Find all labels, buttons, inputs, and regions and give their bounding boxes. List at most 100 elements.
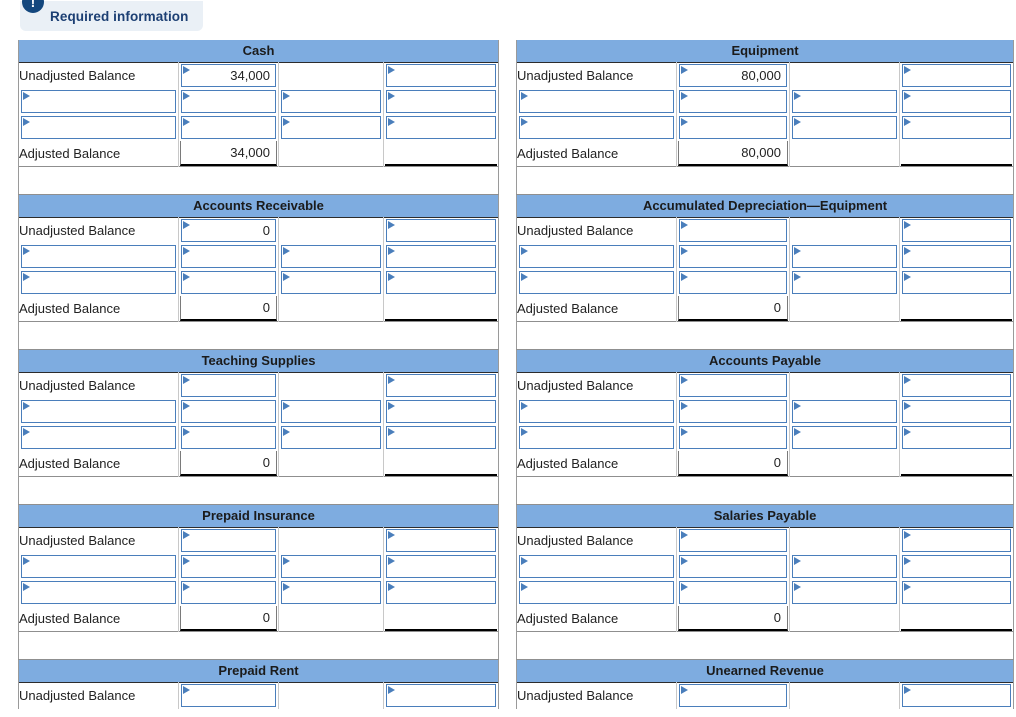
account-entry-label-input[interactable] bbox=[21, 245, 176, 268]
amount-cell[interactable] bbox=[178, 243, 279, 270]
amount-input[interactable] bbox=[386, 116, 497, 139]
amount-cell[interactable] bbox=[178, 682, 279, 709]
amount-input[interactable] bbox=[902, 529, 1012, 553]
account-entry-label-input[interactable] bbox=[21, 400, 176, 423]
amount-cell[interactable] bbox=[383, 372, 499, 399]
amount-cell[interactable] bbox=[789, 579, 900, 606]
amount-cell[interactable] bbox=[383, 62, 499, 89]
account-entry-label-cell[interactable] bbox=[18, 553, 179, 580]
amount-input[interactable] bbox=[792, 271, 897, 294]
amount-input[interactable] bbox=[181, 555, 276, 578]
amount-cell[interactable] bbox=[278, 579, 384, 606]
amount-input[interactable] bbox=[679, 581, 787, 604]
amount-cell[interactable] bbox=[383, 424, 499, 451]
amount-input[interactable] bbox=[902, 64, 1012, 88]
account-entry-label-input[interactable] bbox=[21, 581, 176, 604]
account-entry-label-cell[interactable] bbox=[18, 269, 179, 296]
account-entry-label-input[interactable] bbox=[519, 555, 674, 578]
account-entry-label-cell[interactable] bbox=[516, 424, 677, 451]
account-entry-label-cell[interactable] bbox=[18, 114, 179, 141]
account-entry-label-cell[interactable] bbox=[18, 579, 179, 606]
amount-input[interactable] bbox=[902, 90, 1012, 113]
amount-input[interactable] bbox=[902, 426, 1012, 449]
account-entry-label-cell[interactable] bbox=[516, 398, 677, 425]
account-entry-label-input[interactable] bbox=[21, 90, 176, 113]
amount-input[interactable] bbox=[679, 684, 787, 708]
amount-cell[interactable] bbox=[178, 424, 279, 451]
amount-input[interactable] bbox=[679, 245, 787, 268]
amount-input[interactable] bbox=[679, 529, 787, 553]
account-entry-label-cell[interactable] bbox=[18, 88, 179, 115]
amount-cell[interactable] bbox=[789, 269, 900, 296]
account-entry-label-input[interactable] bbox=[519, 271, 674, 294]
amount-cell[interactable] bbox=[383, 243, 499, 270]
amount-cell[interactable] bbox=[383, 217, 499, 244]
account-entry-label-input[interactable] bbox=[21, 116, 176, 139]
amount-input[interactable] bbox=[792, 245, 897, 268]
amount-input[interactable] bbox=[386, 245, 497, 268]
amount-input[interactable] bbox=[281, 555, 381, 578]
amount-input[interactable] bbox=[902, 219, 1012, 243]
amount-cell[interactable] bbox=[676, 398, 790, 425]
amount-input[interactable] bbox=[792, 400, 897, 423]
amount-input[interactable] bbox=[679, 400, 787, 423]
amount-input[interactable] bbox=[902, 400, 1012, 423]
amount-cell[interactable] bbox=[676, 553, 790, 580]
amount-cell[interactable] bbox=[676, 217, 790, 244]
amount-cell[interactable] bbox=[899, 114, 1014, 141]
amount-cell[interactable] bbox=[899, 682, 1014, 709]
account-entry-label-input[interactable] bbox=[519, 581, 674, 604]
amount-cell[interactable] bbox=[178, 579, 279, 606]
amount-input[interactable]: 0 bbox=[181, 219, 276, 243]
amount-cell[interactable] bbox=[278, 243, 384, 270]
account-entry-label-cell[interactable] bbox=[18, 398, 179, 425]
amount-cell[interactable] bbox=[789, 424, 900, 451]
account-entry-label-input[interactable] bbox=[21, 271, 176, 294]
amount-input[interactable] bbox=[386, 555, 497, 578]
amount-cell[interactable] bbox=[789, 88, 900, 115]
amount-cell[interactable] bbox=[899, 553, 1014, 580]
account-entry-label-input[interactable] bbox=[519, 245, 674, 268]
amount-input[interactable] bbox=[679, 90, 787, 113]
amount-input[interactable] bbox=[902, 684, 1012, 708]
amount-cell[interactable] bbox=[383, 114, 499, 141]
amount-cell[interactable] bbox=[178, 372, 279, 399]
amount-cell[interactable] bbox=[899, 424, 1014, 451]
amount-cell[interactable] bbox=[899, 217, 1014, 244]
amount-cell[interactable] bbox=[178, 269, 279, 296]
amount-cell[interactable] bbox=[899, 398, 1014, 425]
account-entry-label-cell[interactable] bbox=[18, 243, 179, 270]
account-entry-label-cell[interactable] bbox=[516, 579, 677, 606]
amount-input[interactable]: 34,000 bbox=[181, 64, 276, 88]
amount-cell[interactable] bbox=[676, 527, 790, 554]
amount-cell[interactable] bbox=[178, 553, 279, 580]
amount-input[interactable] bbox=[181, 116, 276, 139]
amount-input[interactable] bbox=[281, 426, 381, 449]
amount-cell[interactable] bbox=[278, 269, 384, 296]
amount-input[interactable] bbox=[386, 271, 497, 294]
amount-input[interactable] bbox=[902, 271, 1012, 294]
amount-cell[interactable] bbox=[383, 527, 499, 554]
account-entry-label-cell[interactable] bbox=[516, 88, 677, 115]
amount-cell[interactable] bbox=[899, 269, 1014, 296]
amount-input[interactable] bbox=[181, 90, 276, 113]
amount-input[interactable] bbox=[181, 529, 276, 553]
amount-cell[interactable] bbox=[676, 114, 790, 141]
amount-input[interactable] bbox=[386, 219, 497, 243]
amount-cell[interactable] bbox=[676, 372, 790, 399]
amount-input[interactable] bbox=[792, 581, 897, 604]
amount-input[interactable] bbox=[386, 426, 497, 449]
amount-input[interactable] bbox=[281, 400, 381, 423]
amount-input[interactable] bbox=[281, 581, 381, 604]
amount-cell[interactable]: 0 bbox=[178, 217, 279, 244]
amount-input[interactable] bbox=[902, 581, 1012, 604]
amount-input[interactable] bbox=[181, 684, 276, 708]
amount-input[interactable] bbox=[386, 90, 497, 113]
amount-input[interactable] bbox=[281, 90, 381, 113]
amount-input[interactable] bbox=[386, 400, 497, 423]
amount-input[interactable] bbox=[792, 555, 897, 578]
amount-input[interactable] bbox=[902, 245, 1012, 268]
amount-cell[interactable] bbox=[278, 424, 384, 451]
account-entry-label-input[interactable] bbox=[21, 555, 176, 578]
amount-cell[interactable] bbox=[899, 527, 1014, 554]
